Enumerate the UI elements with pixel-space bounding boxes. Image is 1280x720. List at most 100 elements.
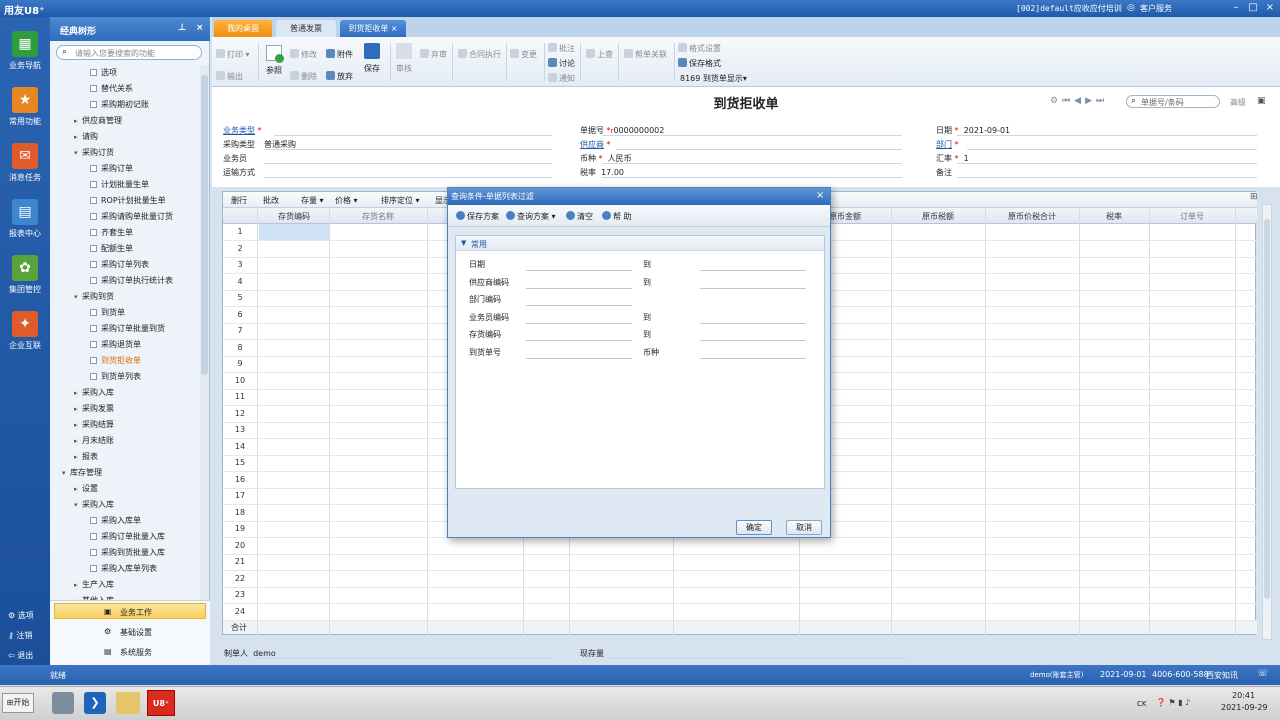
filter-to-input[interactable]	[700, 287, 806, 289]
tree-item[interactable]: 到货单列表	[90, 371, 141, 382]
nav-item-star[interactable]: ★ 常用功能	[0, 87, 50, 127]
format-setting-button[interactable]: 格式设置	[678, 43, 721, 54]
notify-button[interactable]: 通知	[548, 73, 575, 84]
tree-item[interactable]: 采购订单批量入库	[90, 531, 165, 542]
chevron-right-icon[interactable]: ▸	[74, 485, 82, 493]
tray-icons[interactable]: ❓ ⚑ ▮ ♪	[1156, 698, 1190, 707]
tree-item[interactable]: 到货单	[90, 307, 125, 318]
query-scheme-button[interactable]: 查询方案 ▾	[506, 211, 556, 222]
help-button[interactable]: 帮 助	[602, 211, 632, 222]
chevron-right-icon[interactable]: ▸	[74, 453, 82, 461]
language-indicator[interactable]: CK	[1137, 700, 1146, 708]
row-number[interactable]: 19	[223, 524, 257, 533]
supplier-field[interactable]	[616, 149, 902, 150]
cancel-button[interactable]: 取消	[786, 520, 822, 535]
row-number[interactable]: 15	[223, 458, 257, 467]
attach-button[interactable]: 附件	[326, 49, 353, 60]
section-common[interactable]: ▼ 常用	[456, 236, 824, 251]
powershell-icon[interactable]: ❯	[84, 692, 106, 714]
table-row[interactable]	[223, 570, 1257, 571]
change-button[interactable]: 变更	[510, 49, 537, 60]
tree-item[interactable]: 采购订单执行统计表	[90, 275, 173, 286]
tree-item[interactable]: ▸ 采购入库	[74, 387, 114, 398]
unaudit-button[interactable]: 弃审	[420, 49, 447, 60]
nav-item-connect[interactable]: ✦ 企业互联	[0, 311, 50, 351]
chevron-down-icon[interactable]: ▾	[62, 469, 70, 477]
col-tax-rate[interactable]: 税率	[1079, 211, 1149, 222]
row-number[interactable]: 10	[223, 376, 257, 385]
row-number[interactable]: 11	[223, 392, 257, 401]
tree-item[interactable]: ▸ 月末结账	[74, 435, 114, 446]
transport-field[interactable]	[264, 177, 552, 178]
tree-item[interactable]: 选项	[90, 67, 117, 78]
chevron-right-icon[interactable]: ▸	[74, 117, 82, 125]
grid-vertical-scrollbar[interactable]	[1262, 204, 1272, 640]
row-number[interactable]: 7	[223, 326, 257, 335]
selected-cell[interactable]	[259, 224, 329, 240]
maximize-button[interactable]: □	[1245, 1, 1261, 15]
dept-field[interactable]	[967, 149, 1257, 150]
tree-scrollbar[interactable]	[200, 65, 209, 600]
tree-item[interactable]: 采购请购单批量订货	[90, 211, 173, 222]
tree-item[interactable]: ▾ 采购订货	[74, 147, 114, 158]
tree-item[interactable]: 计划批量生单	[90, 179, 149, 190]
salesman-field[interactable]	[264, 163, 552, 164]
filter-to-input[interactable]	[700, 270, 806, 271]
export-button[interactable]: 输出	[216, 71, 243, 82]
tree-item[interactable]: ▾ 采购到货	[74, 291, 114, 302]
filter-to-input[interactable]	[700, 322, 806, 324]
options-link[interactable]: ⚙ 选项	[8, 610, 34, 621]
rate-value[interactable]: 1	[964, 154, 969, 163]
folder-icon[interactable]	[116, 692, 140, 714]
price-button[interactable]: 价格 ▾	[335, 195, 358, 206]
chevron-down-icon[interactable]: ▾	[74, 149, 82, 157]
contract-exec-button[interactable]: 合同执行	[458, 49, 501, 60]
ok-button[interactable]: 确定	[736, 520, 772, 535]
tree-item[interactable]: 采购退货单	[90, 339, 141, 350]
table-row[interactable]	[223, 619, 1257, 621]
tree-item[interactable]: 齐套生单	[90, 227, 133, 238]
row-number[interactable]: 3	[223, 260, 257, 269]
grid-scroll-thumb[interactable]	[1264, 219, 1270, 599]
discuss-button[interactable]: 讨论	[548, 58, 575, 69]
tree-item[interactable]: ▸ 请购	[74, 131, 98, 142]
row-number[interactable]: 8	[223, 343, 257, 352]
chevron-right-icon[interactable]: ▸	[74, 405, 82, 413]
stock-button[interactable]: 存量 ▾	[301, 195, 324, 206]
delete-row-button[interactable]: 删行	[231, 195, 247, 206]
start-button[interactable]: ⊞开始	[2, 693, 34, 713]
nav-item-report[interactable]: ▤ 报表中心	[0, 199, 50, 239]
lookup-up-button[interactable]: 上查	[586, 49, 613, 60]
pin-icon[interactable]: ⊥	[178, 23, 186, 33]
customer-service-menu[interactable]: 客户服务	[1140, 3, 1172, 14]
audit-button[interactable]: 审核	[394, 43, 414, 74]
row-number[interactable]: 12	[223, 409, 257, 418]
tree-item[interactable]: 采购订单批量到货	[90, 323, 165, 334]
chevron-right-icon[interactable]: ▸	[74, 581, 82, 589]
tree-item[interactable]: ▸ 采购结算	[74, 419, 114, 430]
doc-no-value[interactable]: 0000000002	[613, 126, 664, 135]
table-row[interactable]	[223, 603, 1257, 604]
tree-item[interactable]: 到货拒收单	[90, 355, 141, 366]
system-service-tab[interactable]: 系统服务	[120, 647, 152, 658]
filter-from-input[interactable]	[526, 357, 632, 359]
logout-link[interactable]: ⚷ 注销	[8, 630, 32, 641]
service-icon[interactable]: ◎	[1127, 3, 1135, 13]
biz-type-field[interactable]	[274, 135, 552, 136]
tree-item[interactable]: ▸ 设置	[74, 483, 98, 494]
nav-item-group[interactable]: ✿ 集团管控	[0, 255, 50, 295]
nav-item-message[interactable]: ✉ 消息任务	[0, 143, 50, 183]
close-window-button[interactable]: ×	[1262, 1, 1278, 15]
expand-grid-icon[interactable]: ⊞	[1250, 192, 1258, 202]
tree-item[interactable]: 采购订单	[90, 163, 133, 174]
currency-value[interactable]: 人民币	[608, 154, 632, 163]
row-number[interactable]: 13	[223, 425, 257, 434]
template-select[interactable]: 8169 到货单显示▾	[680, 73, 747, 84]
col-tax[interactable]: 原币税额	[891, 211, 985, 222]
save-button[interactable]: 保存	[362, 43, 382, 74]
annotate-button[interactable]: 批注	[548, 43, 575, 54]
row-number[interactable]: 5	[223, 293, 257, 302]
chevron-right-icon[interactable]: ▸	[74, 133, 82, 141]
tree-item[interactable]: ROP计划批量生单	[90, 195, 166, 206]
advanced-link[interactable]: 高级	[1230, 97, 1246, 108]
